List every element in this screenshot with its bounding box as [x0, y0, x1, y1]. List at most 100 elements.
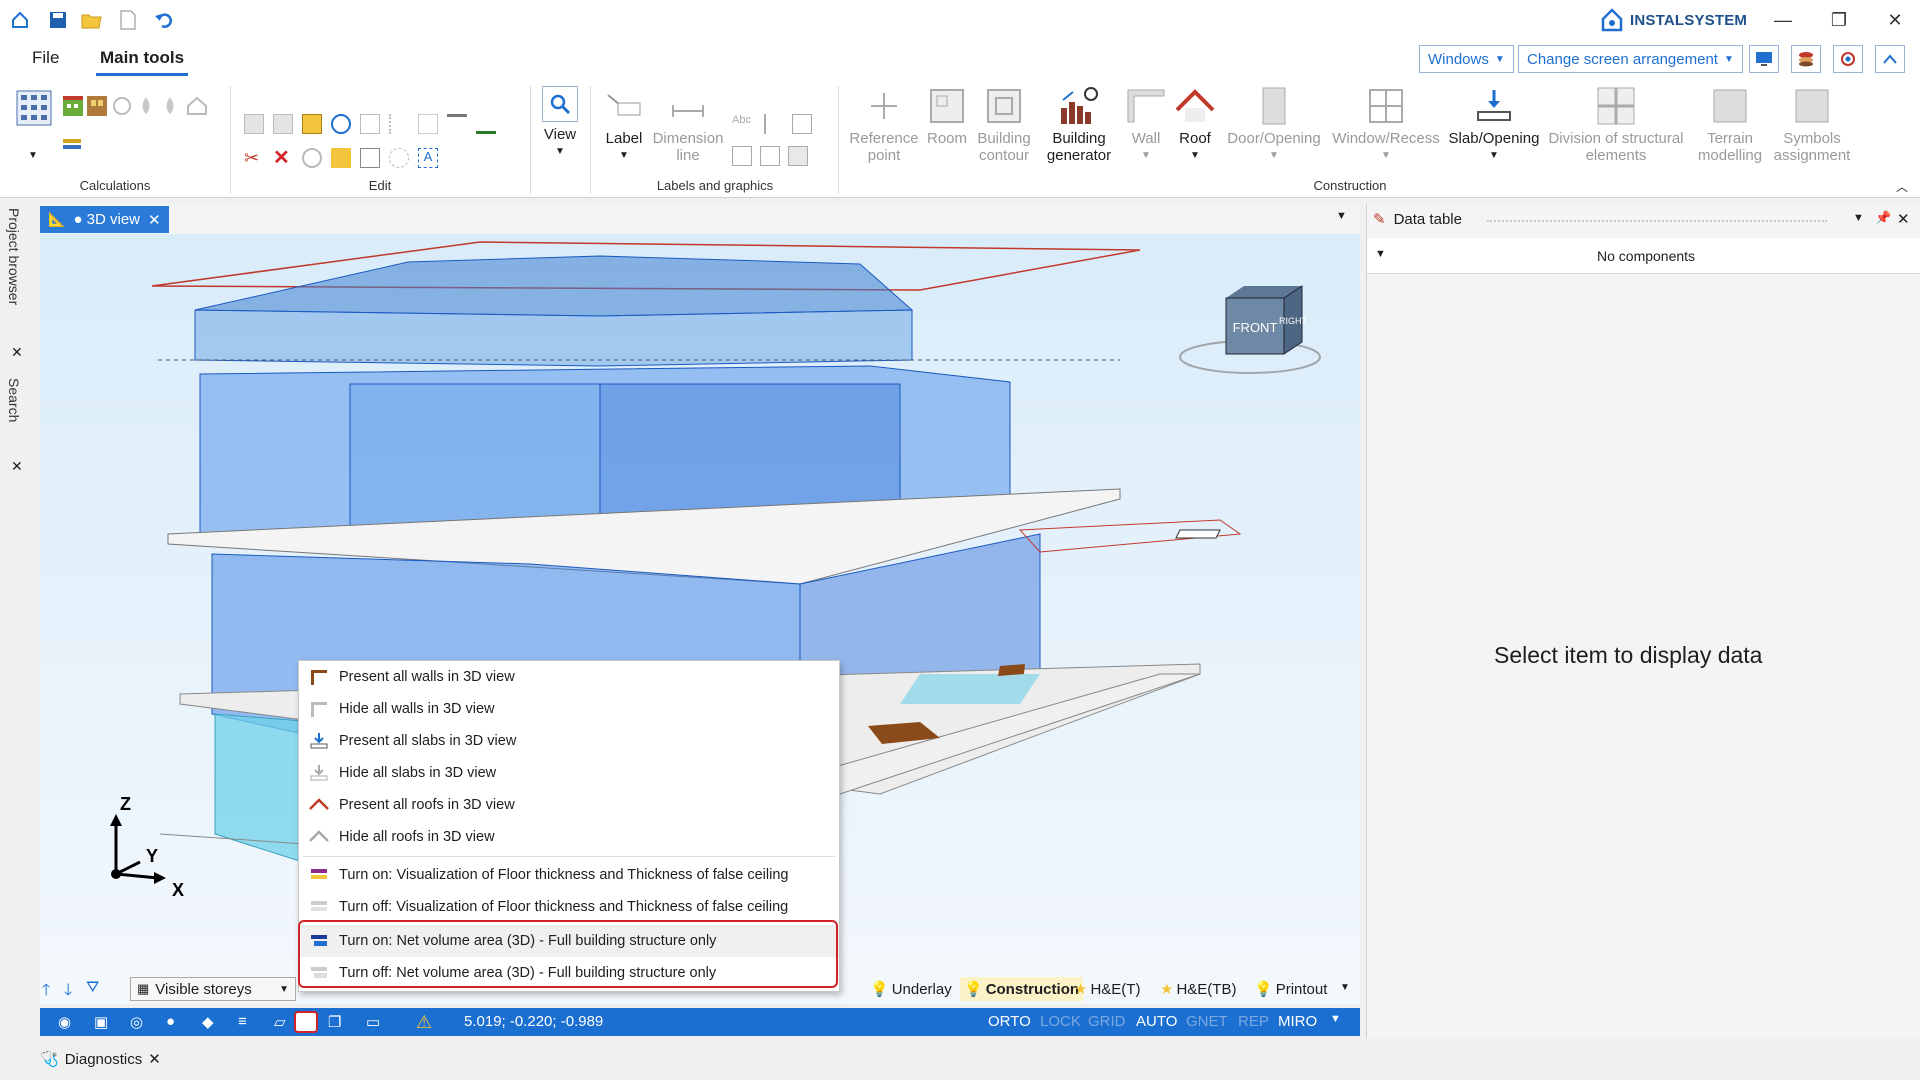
menu-item-present-roofs[interactable]: Present all roofs in 3D view [299, 789, 839, 821]
close-icon[interactable]: ✕ [148, 1050, 161, 1068]
scissors-icon[interactable]: ✂ [244, 148, 264, 168]
minimize-button[interactable]: — [1760, 4, 1806, 36]
tab-3d-view[interactable]: 📐 ● 3D view ✕ [40, 206, 169, 233]
calculator-icon[interactable] [16, 90, 52, 130]
lines-icon[interactable] [764, 114, 784, 134]
group-icon[interactable] [331, 148, 351, 168]
page-icon[interactable] [732, 146, 752, 166]
home-icon[interactable] [8, 8, 32, 32]
division-button[interactable]: Division of structural elements [1546, 86, 1686, 164]
image-icon[interactable] [788, 146, 808, 166]
frame-icon[interactable] [360, 114, 380, 134]
restore-button[interactable]: ❐ [1816, 4, 1862, 36]
toggle-grid[interactable]: GRID [1088, 1013, 1126, 1030]
list-icon[interactable]: ≡ [238, 1013, 256, 1031]
marker-icon[interactable] [476, 114, 496, 134]
reference-point-button[interactable]: Reference point [848, 86, 920, 164]
measure-icon[interactable]: ▭ [366, 1013, 380, 1031]
heat-calc-icon[interactable] [86, 94, 108, 122]
symbols-assignment-button[interactable]: Symbols assignment [1772, 86, 1852, 164]
toggle-orto[interactable]: ORTO [988, 1013, 1031, 1030]
new-file-icon[interactable] [116, 8, 140, 32]
roof-button[interactable]: Roof ▼ [1170, 86, 1220, 164]
drop-icon[interactable] [1833, 45, 1863, 73]
view-button[interactable]: View ▼ [538, 86, 582, 160]
filter-icon[interactable]: ⛛ [86, 979, 104, 1006]
fan-icon[interactable] [112, 96, 132, 120]
close-icon[interactable]: ✕ [148, 211, 161, 229]
sphere-icon[interactable]: ● [166, 1013, 184, 1031]
pin-icon[interactable]: 📌 [1875, 210, 1891, 226]
toggle-rep[interactable]: REP [1238, 1013, 1269, 1030]
window-recess-button[interactable]: Window/Recess ▼ [1330, 86, 1442, 164]
water-drop-icon[interactable] [138, 96, 154, 120]
align-icon[interactable] [447, 114, 467, 134]
project-browser-tab[interactable]: Project browser [6, 208, 22, 305]
menu-item-floor-thickness-off[interactable]: Turn off: Visualization of Floor thickne… [299, 891, 839, 923]
chevron-down-icon[interactable]: ▼ [1340, 982, 1350, 993]
arrow-up-icon[interactable]: 🡑 [42, 979, 60, 1006]
menu-item-present-walls[interactable]: Present all walls in 3D view [299, 661, 839, 693]
layer-construction[interactable]: 💡 Construction [960, 977, 1084, 1001]
tab-file[interactable]: File [28, 48, 63, 68]
wall-button[interactable]: Wall ▼ [1124, 86, 1168, 164]
array-icon[interactable] [360, 148, 380, 168]
section-icon[interactable]: ▱ [274, 1013, 292, 1031]
building-generator-button[interactable]: Building generator [1038, 86, 1120, 164]
copy-view-icon[interactable]: ❐ [328, 1013, 341, 1031]
visible-storeys-dropdown[interactable]: ▦ Visible storeys ▼ [130, 977, 296, 1001]
monitor-icon[interactable] [1749, 45, 1779, 73]
undo-icon[interactable] [152, 8, 176, 32]
chevron-down-icon[interactable]: ▼ [1375, 248, 1386, 260]
undo-edit-icon[interactable] [331, 114, 351, 134]
close-icon[interactable]: ✕ [1897, 210, 1910, 228]
menu-item-floor-thickness-on[interactable]: Turn on: Visualization of Floor thicknes… [299, 859, 839, 891]
terrain-modelling-button[interactable]: Terrain modelling [1692, 86, 1768, 164]
close-icon[interactable]: ✕ [11, 344, 23, 361]
search-tab[interactable]: Search [6, 378, 22, 422]
layer-hetb[interactable]: ★ H&E(TB) [1160, 977, 1236, 1001]
copy-icon[interactable] [244, 114, 264, 134]
diagnostics-tab[interactable]: 🩺 Diagnostics ✕ [40, 1044, 161, 1074]
rotate-icon[interactable] [302, 148, 322, 168]
door-opening-button[interactable]: Door/Opening ▼ [1224, 86, 1324, 164]
table-icon[interactable] [760, 146, 780, 166]
menu-item-present-slabs[interactable]: Present all slabs in 3D view [299, 725, 839, 757]
grid-icon[interactable] [792, 114, 812, 134]
render-icon[interactable]: ▣ [94, 1013, 112, 1031]
view-cube-right[interactable]: RIGHT [1279, 316, 1308, 326]
paste-special-icon[interactable] [273, 114, 293, 134]
label-button[interactable]: Label ▼ [600, 86, 648, 164]
delete-icon[interactable]: ✕ [273, 148, 293, 168]
net-volume-toggle-icon[interactable] [294, 1011, 318, 1033]
slab-opening-button[interactable]: Slab/Opening ▼ [1446, 86, 1542, 164]
menu-item-hide-roofs[interactable]: Hide all roofs in 3D view [299, 821, 839, 853]
shade-icon[interactable]: ◆ [202, 1013, 220, 1031]
text-style-icon[interactable]: Abc [732, 114, 756, 134]
chevron-down-icon[interactable]: ▼ [28, 150, 38, 161]
save-icon[interactable] [46, 8, 70, 32]
paste-icon[interactable] [302, 114, 322, 134]
offset-icon[interactable] [418, 114, 438, 134]
menu-item-hide-slabs[interactable]: Hide all slabs in 3D view [299, 757, 839, 789]
split-icon[interactable] [389, 114, 409, 134]
building-contour-button[interactable]: Building contour [974, 86, 1034, 164]
menu-item-hide-walls[interactable]: Hide all walls in 3D view [299, 693, 839, 725]
layers-icon[interactable] [1791, 45, 1821, 73]
toggle-gnet[interactable]: GNET [1186, 1013, 1228, 1030]
chevron-down-icon[interactable]: ▼ [1853, 212, 1864, 224]
text-box-icon[interactable]: A [418, 148, 438, 168]
close-button[interactable]: ✕ [1872, 4, 1918, 36]
chevron-up-icon[interactable]: ︿ [1896, 178, 1908, 195]
visibility-icon[interactable]: ◎ [130, 1013, 148, 1031]
layer-het[interactable]: ★ H&E(T) [1074, 977, 1140, 1001]
windows-dropdown[interactable]: Windows ▼ [1419, 45, 1514, 73]
target-icon[interactable] [389, 148, 409, 168]
layer-printout[interactable]: 💡 Printout [1254, 977, 1327, 1001]
open-folder-icon[interactable] [80, 8, 104, 32]
dimension-line-button[interactable]: Dimension line [650, 86, 726, 164]
ruler-icon[interactable] [62, 136, 82, 156]
close-icon[interactable]: ✕ [11, 458, 23, 475]
building-calc-icon[interactable] [62, 94, 84, 122]
tab-main-tools[interactable]: Main tools [96, 48, 189, 76]
